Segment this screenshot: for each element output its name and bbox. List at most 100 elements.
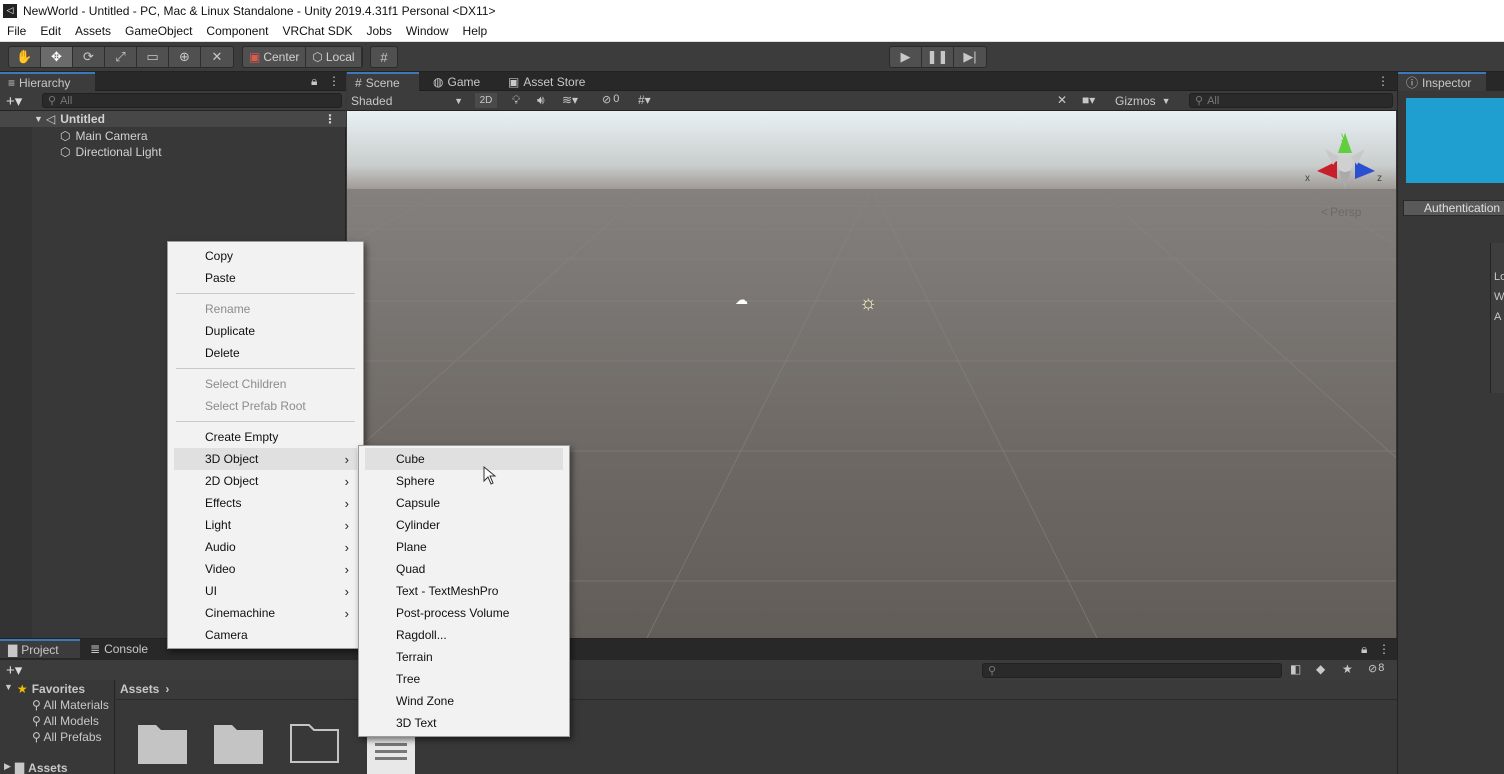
filter-label-icon[interactable]: ◆	[1316, 662, 1325, 676]
lock-icon[interactable]: 🔒︎	[1361, 642, 1367, 657]
scale-tool-icon[interactable]: ⤢	[105, 47, 137, 67]
shading-mode-dropdown[interactable]: Shaded ▼	[349, 92, 467, 109]
favorite-item[interactable]: ⚲ All Prefabs	[32, 730, 102, 744]
favorites-row[interactable]: ▼ ★ Favorites	[4, 682, 85, 696]
effects-layers-icon[interactable]: ≋▾	[562, 93, 578, 107]
2d-toggle[interactable]: 2D	[475, 93, 497, 108]
step-icon[interactable]: ▶|	[954, 47, 986, 67]
submenu-item-tree[interactable]: Tree	[365, 668, 563, 690]
grid-snap-icon[interactable]: #	[371, 47, 397, 67]
expand-arrow-icon[interactable]: ▶	[4, 761, 11, 774]
hidden-packages-toggle[interactable]: ⊘ 8	[1368, 662, 1384, 675]
menu-file[interactable]: File	[0, 24, 33, 38]
submenu-item-textmeshpro[interactable]: Text - TextMeshPro	[365, 580, 563, 602]
favorite-item[interactable]: ⚲ All Materials	[32, 698, 109, 712]
menu-item-effects[interactable]: Effects ›	[174, 492, 357, 514]
assets-root-row[interactable]: ▶ ▇ Assets	[4, 761, 68, 774]
authentication-button[interactable]: Authentication	[1403, 200, 1504, 216]
submenu-item-sphere[interactable]: Sphere	[365, 470, 563, 492]
move-tool-icon[interactable]: ✥	[41, 47, 73, 67]
tools-wrench-icon[interactable]: ✕	[1057, 93, 1067, 107]
scene-menu-icon[interactable]: ⋮	[1377, 74, 1389, 88]
menu-item-video[interactable]: Video ›	[174, 558, 357, 580]
expand-arrow-icon[interactable]: ▼	[34, 114, 43, 124]
camera-gizmo-icon[interactable]: ☁	[735, 292, 748, 308]
menu-jobs[interactable]: Jobs	[359, 24, 398, 38]
scene-menu-icon[interactable]: ⋮	[324, 112, 336, 126]
transform-tool-icon[interactable]: ⊕	[169, 47, 201, 67]
gizmos-dropdown[interactable]: Gizmos ▼	[1115, 92, 1171, 109]
panel-menu-icon[interactable]: ⋮	[328, 74, 340, 88]
add-icon[interactable]: +▾	[6, 661, 22, 679]
hierarchy-search-input[interactable]: ⚲ All	[42, 93, 342, 108]
tab-scene[interactable]: # Scene	[347, 72, 419, 91]
submenu-item-wind-zone[interactable]: Wind Zone	[365, 690, 563, 712]
expand-arrow-icon[interactable]: ▼	[4, 682, 13, 696]
submenu-item-3d-text[interactable]: 3D Text	[365, 712, 563, 734]
submenu-item-plane[interactable]: Plane	[365, 536, 563, 558]
menu-assets[interactable]: Assets	[68, 24, 118, 38]
menu-item-2d-object[interactable]: 2D Object ›	[174, 470, 357, 492]
favorite-item[interactable]: ⚲ All Models	[32, 714, 99, 728]
projection-toggle[interactable]: < Persp	[1321, 205, 1361, 219]
submenu-item-terrain[interactable]: Terrain	[365, 646, 563, 668]
tab-console[interactable]: ≣ Console	[82, 639, 156, 658]
menu-item-light[interactable]: Light ›	[174, 514, 357, 536]
hierarchy-item[interactable]: ⬡ Directional Light	[60, 144, 162, 160]
submenu-item-capsule[interactable]: Capsule	[365, 492, 563, 514]
menu-item-paste[interactable]: Paste	[174, 267, 357, 289]
project-search-input[interactable]: ⚲	[982, 663, 1282, 678]
camera-settings-icon[interactable]: ■▾	[1082, 93, 1095, 107]
play-icon[interactable]: ▶	[890, 47, 922, 67]
add-icon[interactable]: +▾	[6, 92, 22, 110]
tab-project[interactable]: ▇ Project	[0, 639, 80, 658]
menu-window[interactable]: Window	[399, 24, 456, 38]
menu-item-cinemachine[interactable]: Cinemachine ›	[174, 602, 357, 624]
favorite-star-icon[interactable]: ★	[1342, 662, 1353, 676]
menu-item-create-empty[interactable]: Create Empty	[174, 426, 357, 448]
menu-item-delete[interactable]: Delete	[174, 342, 357, 364]
custom-tool-icon[interactable]: ✕	[201, 47, 233, 67]
scene-search-input[interactable]: ⚲ All	[1189, 93, 1393, 108]
menu-item-3d-object[interactable]: 3D Object ›	[174, 448, 357, 470]
tab-inspector[interactable]: ⓘ Inspector	[1398, 72, 1486, 91]
submenu-item-post-process-volume[interactable]: Post-process Volume	[365, 602, 563, 624]
light-gizmo-icon[interactable]: ☼	[859, 292, 877, 315]
tab-game[interactable]: ◍ Game	[425, 72, 488, 91]
orientation-gizmo[interactable]	[1305, 131, 1385, 211]
tab-asset-store[interactable]: ▣ Asset Store	[500, 72, 593, 91]
pivot-local-toggle[interactable]: ⬡ Local	[306, 47, 362, 67]
lock-icon[interactable]: 🔒︎	[311, 74, 317, 89]
menu-item-ui[interactable]: UI ›	[174, 580, 357, 602]
hand-tool-icon[interactable]: ✋	[9, 47, 41, 67]
grid-visibility-icon[interactable]: #▾	[638, 93, 651, 107]
tab-hierarchy[interactable]: ≡ Hierarchy	[0, 72, 95, 91]
pause-icon[interactable]: ❚❚	[922, 47, 954, 67]
menu-item-duplicate[interactable]: Duplicate	[174, 320, 357, 342]
menu-item-audio[interactable]: Audio ›	[174, 536, 357, 558]
submenu-item-quad[interactable]: Quad	[365, 558, 563, 580]
scene-root-row[interactable]: ▼ ◁ Untitled ⋮	[0, 111, 346, 127]
lighting-bulb-icon[interactable]: 💡︎	[512, 93, 520, 108]
hidden-objects-toggle[interactable]: ⊘ 0	[602, 93, 619, 106]
menu-edit[interactable]: Edit	[33, 24, 68, 38]
submenu-item-cylinder[interactable]: Cylinder	[365, 514, 563, 536]
text-asset-icon[interactable]	[367, 735, 415, 774]
panel-menu-icon[interactable]: ⋮	[1378, 642, 1390, 656]
rect-tool-icon[interactable]: ▭	[137, 47, 169, 67]
menu-component[interactable]: Component	[199, 24, 275, 38]
menu-help[interactable]: Help	[456, 24, 495, 38]
rotate-tool-icon[interactable]: ⟳	[73, 47, 105, 67]
menu-item-camera[interactable]: Camera	[174, 624, 357, 646]
menu-item-copy[interactable]: Copy	[174, 245, 357, 267]
hierarchy-item[interactable]: ⬡ Main Camera	[60, 128, 148, 144]
submenu-item-cube[interactable]: Cube	[365, 448, 563, 470]
menu-gameobject[interactable]: GameObject	[118, 24, 199, 38]
breadcrumb-assets[interactable]: Assets	[120, 682, 159, 696]
submenu-item-ragdoll[interactable]: Ragdoll...	[365, 624, 563, 646]
audio-speaker-icon[interactable]: 🔊︎	[537, 93, 545, 108]
pivot-center-toggle[interactable]: ▣ Center	[243, 47, 307, 67]
filter-type-icon[interactable]: ◧	[1290, 662, 1301, 676]
menu-vrchat-sdk[interactable]: VRChat SDK	[275, 24, 359, 38]
main-toolbar: ✋ ✥ ⟳ ⤢ ▭ ⊕ ✕ ▣ Center ⬡ Local # ▶ ❚❚ ▶|	[0, 42, 1504, 72]
